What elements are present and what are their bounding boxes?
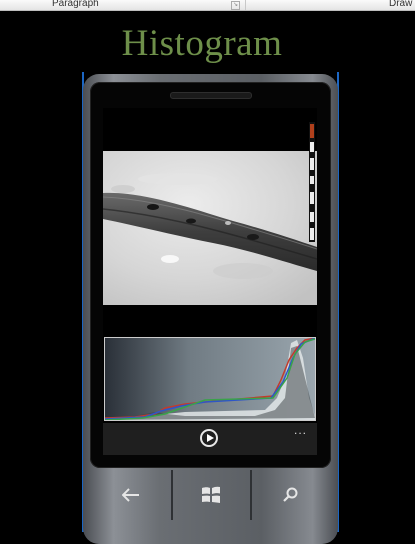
play-triangle	[207, 434, 214, 442]
app-bar: ...	[103, 423, 317, 455]
start-button[interactable]	[172, 470, 250, 520]
more-options-button[interactable]: ...	[294, 423, 307, 437]
paragraph-group-label: Paragraph	[52, 0, 99, 9]
back-icon	[122, 488, 139, 502]
search-icon	[283, 487, 298, 502]
histogram-panel	[104, 337, 316, 421]
speaker-slot	[170, 92, 252, 99]
draw-group-label: Draw	[389, 0, 413, 9]
dialog-launcher-icon[interactable]: ↘	[231, 1, 240, 10]
ribbon-divider	[245, 0, 246, 10]
phone-screen: ...	[103, 108, 317, 455]
hardware-button-row	[92, 470, 330, 520]
ribbon-bar: Paragraph ↘ Draw	[0, 0, 415, 11]
search-button[interactable]	[251, 470, 329, 520]
windows-start-icon	[202, 486, 220, 503]
play-circle-icon[interactable]	[200, 429, 218, 447]
back-button[interactable]	[92, 470, 170, 520]
scale-bar	[309, 122, 315, 242]
page-title: Histogram	[121, 23, 283, 64]
microscope-image	[103, 151, 317, 305]
